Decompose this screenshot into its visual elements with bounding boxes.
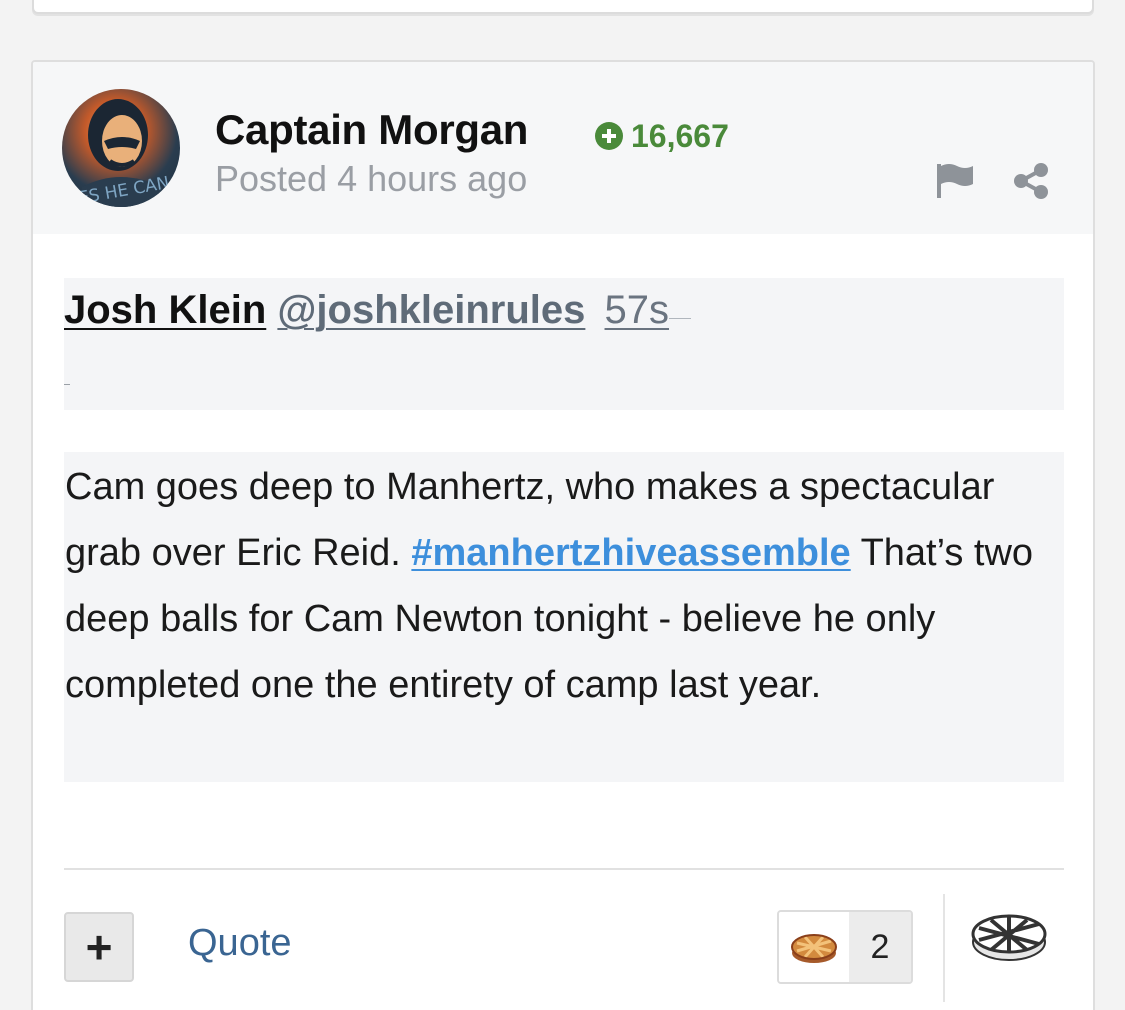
share-icon[interactable]: [1011, 162, 1051, 200]
plus-icon: +: [85, 921, 113, 973]
tweet-body: Cam goes deep to Manhertz, who makes a s…: [64, 452, 1064, 782]
reaction-summary[interactable]: 2: [777, 910, 913, 984]
reaction-count: 2: [849, 912, 911, 982]
footer-divider: [64, 868, 1064, 870]
tweet-author-line: Josh Klein @joshkleinrules 57s: [64, 288, 692, 333]
tweet-author-name[interactable]: Josh Klein: [64, 288, 266, 332]
author-name[interactable]: Captain Morgan: [215, 106, 528, 154]
avatar[interactable]: YES HE CAN: [62, 89, 180, 207]
tweet-header: Josh Klein @joshkleinrules 57s: [64, 278, 1064, 410]
plus-circle-icon: [595, 122, 623, 150]
flag-icon[interactable]: [935, 162, 975, 198]
hashtag-link[interactable]: #manhertzhiveassemble: [411, 532, 850, 574]
pie-icon: [791, 934, 837, 963]
reaction-separator: [943, 894, 945, 1002]
reputation-badge: 16,667: [595, 118, 729, 154]
quote-button[interactable]: Quote: [188, 922, 292, 965]
reputation-value: 16,667: [631, 117, 729, 154]
tweet-embed-marker: [64, 384, 70, 385]
previous-post-card: [32, 0, 1094, 14]
forum-post: YES HE CAN Captain Morgan 16,667 Posted …: [31, 60, 1095, 1010]
multiquote-button[interactable]: +: [64, 912, 134, 982]
reaction-icon-box: [779, 912, 849, 982]
post-header: YES HE CAN Captain Morgan 16,667 Posted …: [33, 62, 1093, 234]
tweet-author-handle[interactable]: @joshkleinrules: [277, 288, 585, 332]
tweet-time-underline: [669, 318, 692, 319]
avatar-image: YES HE CAN: [66, 99, 171, 207]
post-timestamp[interactable]: Posted 4 hours ago: [215, 158, 527, 200]
pie-outline-icon[interactable]: [969, 908, 1049, 968]
tweet-time[interactable]: 57s: [605, 288, 670, 332]
